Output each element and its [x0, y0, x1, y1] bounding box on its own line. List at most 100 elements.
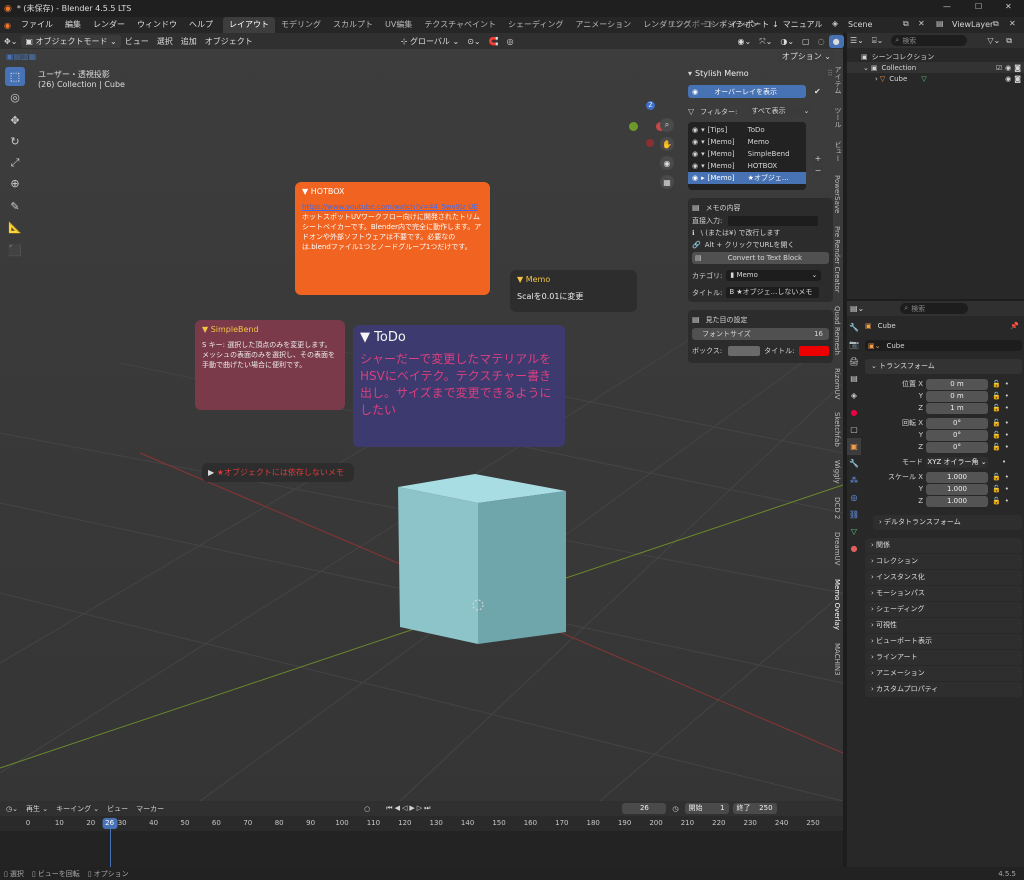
lock-icon[interactable]: 🔓 — [992, 471, 1001, 483]
display-mode-icon[interactable]: ⌸⌄ — [872, 36, 884, 46]
eye-icon[interactable]: ◉ — [692, 162, 698, 170]
list-item-selected[interactable]: ◉ ▸ [Memo] ★オブジェ... — [688, 172, 806, 184]
content-header[interactable]: ▤ メモの内容 — [692, 201, 829, 214]
list-item[interactable]: ◉ ▾ [Memo] HOTBOX — [692, 160, 802, 172]
object-name-field[interactable]: ▣⌄ Cube — [865, 340, 1022, 351]
object-tab-icon[interactable]: ▣ — [847, 438, 861, 455]
editor-type-icon[interactable]: ✥⌄ — [0, 35, 21, 48]
appearance-header[interactable]: ▤ 見た目の設定 — [692, 313, 829, 326]
menu-select[interactable]: 選択 — [153, 35, 177, 48]
outliner-root[interactable]: ▣ シーンコレクション — [847, 51, 1024, 62]
list-item[interactable]: ◉ ▾ [Memo] Memo — [692, 136, 802, 148]
overlay-toggle-button[interactable]: ◉ オーバーレイを表示 — [688, 85, 806, 98]
blender-menu-icon[interactable]: ◉ — [4, 21, 11, 30]
keyframe-dot-icon[interactable]: • — [1002, 456, 1006, 468]
wireframe-shading-icon[interactable]: ◌ — [814, 35, 829, 48]
panel-header[interactable]: ▾ Stylish Memo ⠿ — [688, 66, 833, 80]
view-layer-tab-icon[interactable]: ▤ — [847, 370, 861, 387]
memo-collapsed[interactable]: ▶ ★オブジェクトには依存しないメモ — [202, 463, 354, 482]
viewport-display-header[interactable]: › ビューポート表示 — [865, 634, 1022, 649]
delete-viewlayer-icon[interactable]: ✕ — [1009, 19, 1016, 28]
outliner-collection[interactable]: ⌄ ▣ Collection ☑ ◉ ◙ — [847, 62, 1024, 73]
new-collection-icon[interactable]: ⧉ — [1006, 36, 1012, 46]
pin-icon[interactable]: 📌 — [1010, 322, 1019, 330]
lock-icon[interactable]: 🔓 — [992, 417, 1001, 429]
keyframe-dot-icon[interactable]: • — [1005, 378, 1009, 390]
add-cube-icon[interactable]: ⬛ — [5, 241, 25, 260]
transform-panel-header[interactable]: ⌄ トランスフォーム — [865, 359, 1022, 374]
outliner-object[interactable]: › ▽ Cube ▽ ◉ ◙ — [847, 73, 1024, 84]
tab-modeling[interactable]: モデリング — [275, 17, 327, 33]
menu-timeline-view[interactable]: ビュー — [107, 804, 128, 814]
constraints-tab-icon[interactable]: ⛓ — [847, 506, 861, 523]
gizmo-y-icon[interactable] — [629, 122, 638, 131]
xray-icon[interactable]: ▢ — [798, 35, 814, 48]
viewlayer-icon[interactable]: ▤ — [936, 19, 944, 28]
clock-icon[interactable]: ◷ — [672, 805, 678, 813]
options-dropdown[interactable]: オプション ⌄ — [777, 49, 835, 63]
lock-icon[interactable]: 🔓 — [992, 429, 1001, 441]
viewlayer-name[interactable]: ViewLayer — [952, 20, 993, 29]
manual-button[interactable]: ↓ マニュアル — [772, 17, 822, 33]
add-item-button[interactable]: + — [813, 154, 823, 164]
memo-todo[interactable]: ▼ ToDo シャーだーで変更したマテリアルをHSVにベイテク。テクスチャー書き… — [353, 325, 565, 447]
properties-search-input[interactable]: ⌕ 検索 — [900, 303, 969, 314]
relations-header[interactable]: › 関係 — [865, 538, 1022, 553]
scale-icon[interactable]: ⤢ — [5, 153, 25, 172]
keyframe-dot-icon[interactable]: • — [1005, 402, 1009, 414]
pan-hand-icon[interactable]: ✋ — [660, 137, 674, 151]
gizmo-toggle-icon[interactable]: ⤧⌄ — [755, 35, 776, 48]
lock-icon[interactable]: 🔓 — [992, 402, 1001, 414]
view-visibility-icon[interactable]: ◉⌄ — [734, 35, 756, 48]
visibility-header[interactable]: › 可視性 — [865, 618, 1022, 633]
location-z-field[interactable]: 1 m — [926, 402, 988, 414]
tab-animation[interactable]: アニメーション — [569, 17, 637, 33]
sidebar-tab-wiggly[interactable]: Wiggly — [833, 460, 841, 484]
rotation-x-field[interactable]: 0° — [926, 417, 988, 429]
memo-simplebend[interactable]: ▼ SimpleBend S キー: 選択した頂点のみを変更します。メッシュの表… — [195, 320, 345, 410]
lock-icon[interactable]: 🔓 — [992, 483, 1001, 495]
snap-icon[interactable]: 🧲 — [485, 35, 503, 48]
transform-icon[interactable]: ⊕ — [5, 174, 25, 193]
camera-icon[interactable]: ◙ — [1014, 75, 1021, 83]
remove-item-button[interactable]: − — [813, 166, 823, 176]
line-art-header[interactable]: › ラインアート — [865, 650, 1022, 665]
filter-dropdown[interactable]: すべて表示 ⌄ — [747, 106, 814, 117]
checkbox-icon[interactable]: ☑ — [996, 64, 1002, 72]
lock-icon[interactable]: 🔓 — [992, 390, 1001, 402]
expand-arrow-icon[interactable]: ▶ — [208, 468, 214, 477]
memo-hotbox[interactable]: ▼ HOTBOX https://www.youtube.com/watch?v… — [295, 182, 490, 295]
cursor-icon[interactable]: ◎ — [5, 88, 25, 107]
motion-paths-header[interactable]: › モーションパス — [865, 586, 1022, 601]
sidebar-tab-machin3[interactable]: MACHIN3 — [833, 643, 841, 676]
playback-controls[interactable]: ⏮◀◁▶▷⏭ — [386, 804, 432, 813]
move-icon[interactable]: ✥ — [5, 111, 25, 130]
rotation-y-field[interactable]: 0° — [926, 429, 988, 441]
title-color-swatch[interactable] — [798, 346, 829, 356]
delta-transform-header[interactable]: › デルタトランスフォーム — [873, 515, 1022, 530]
physics-tab-icon[interactable]: ◎ — [847, 489, 861, 506]
rotation-mode-dropdown[interactable]: XYZ オイラー角 ⌄ — [926, 456, 988, 468]
world-tab-icon[interactable]: ● — [847, 404, 861, 421]
memo-hotbox-link[interactable]: https://www.youtube.com/watch?v=44_5wv9J… — [302, 203, 483, 212]
sidebar-tab-item[interactable]: アイテム — [833, 66, 843, 94]
outliner-editor-icon[interactable]: ☰⌄ — [850, 36, 864, 45]
timeline-editor-icon[interactable]: ◷⌄ — [6, 805, 18, 813]
data-tab-icon[interactable]: ▽ — [847, 523, 861, 540]
modifier-tab-icon[interactable]: 🔧 — [847, 455, 861, 472]
collapse-arrow-icon[interactable]: ▼ — [360, 330, 370, 345]
delete-scene-icon[interactable]: ✕ — [918, 19, 925, 28]
zoom-icon[interactable]: ⌕ — [660, 118, 674, 132]
keyframe-dot-icon[interactable]: • — [1005, 417, 1009, 429]
properties-editor-icon[interactable]: ▤⌄ — [850, 304, 864, 313]
sidebar-tab-powersave[interactable]: PowerSave — [833, 175, 841, 213]
particles-tab-icon[interactable]: ⁂ — [847, 472, 861, 489]
tab-sculpt[interactable]: スカルプト — [327, 17, 379, 33]
lock-icon[interactable]: 🔓 — [992, 495, 1001, 507]
keyframe-dot-icon[interactable]: • — [1005, 390, 1009, 402]
new-scene-icon[interactable]: ⧉ — [903, 19, 909, 29]
eye-icon[interactable]: ◉ — [692, 174, 698, 182]
menu-render[interactable]: レンダー — [87, 17, 131, 33]
eye-icon[interactable]: ◉ — [692, 138, 698, 146]
lock-icon[interactable]: 🔓 — [992, 441, 1001, 453]
